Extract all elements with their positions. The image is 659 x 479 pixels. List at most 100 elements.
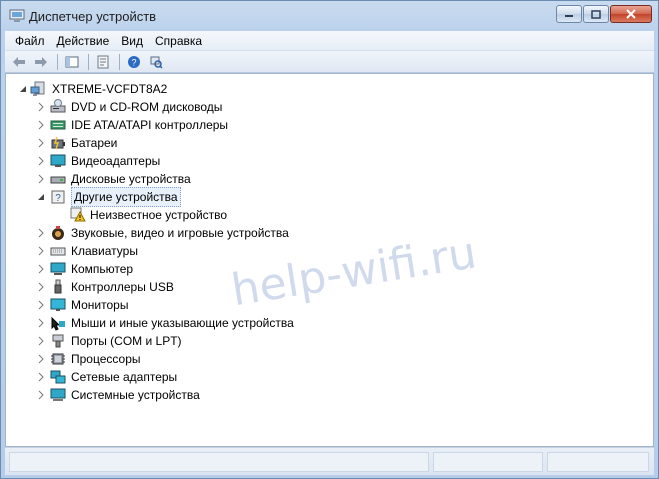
tree-item-label: DVD и CD-ROM дисководы	[71, 100, 223, 114]
expand-arrow-icon	[38, 300, 44, 310]
sound-device-icon	[52, 226, 64, 240]
tree-item-system-devices[interactable]: Системные устройства	[6, 386, 646, 404]
back-arrow-icon	[13, 56, 25, 67]
expand-arrow-icon	[38, 318, 44, 328]
tree-root-label: XTREME-VCFDT8A2	[52, 82, 168, 96]
tree-item-batteries[interactable]: Батареи	[6, 134, 646, 152]
tree-item-label: Неизвестное устройство	[90, 208, 228, 222]
scan-hardware-icon	[150, 56, 163, 69]
tree-item-unknown-device[interactable]: Неизвестное устройство	[6, 206, 646, 224]
keyboard-icon	[50, 247, 66, 256]
tree-item-label: IDE ATA/ATAPI контроллеры	[71, 118, 229, 132]
device-manager-window: Диспетчер устройств Файл Действие Вид Сп…	[0, 0, 659, 479]
mouse-icon	[51, 316, 65, 331]
device-manager-app-icon	[9, 9, 25, 22]
status-segment	[9, 452, 429, 472]
expand-arrow-icon	[38, 228, 44, 238]
title-bar[interactable]: Диспетчер устройств	[1, 1, 658, 31]
expand-arrow-icon	[38, 138, 44, 148]
show-hide-console-tree-button[interactable]	[62, 53, 82, 71]
battery-icon	[51, 136, 65, 150]
properties-icon	[97, 55, 109, 68]
toolbar-separator	[57, 53, 58, 70]
scan-hardware-changes-button[interactable]	[146, 53, 166, 71]
network-adapter-icon	[50, 370, 66, 384]
tree-item-label: Звуковые, видео и игровые устройства	[71, 226, 289, 240]
console-tree-icon	[65, 56, 79, 67]
tree-root[interactable]: XTREME-VCFDT8A2	[6, 80, 646, 98]
menu-help[interactable]: Справка	[149, 34, 208, 48]
tree-item-network-adapters[interactable]: Сетевые адаптеры	[6, 368, 646, 386]
monitor-icon	[50, 298, 66, 311]
expand-arrow-icon	[38, 156, 44, 166]
unknown-device-warning-icon	[70, 207, 86, 222]
close-icon	[626, 9, 636, 19]
device-tree: XTREME-VCFDT8A2 DVD и CD-ROM дисководы I…	[5, 73, 654, 447]
port-icon	[52, 334, 64, 348]
computer-icon	[50, 262, 66, 275]
expand-arrow-icon	[38, 102, 44, 112]
tree-item-processors[interactable]: Процессоры	[6, 350, 646, 368]
tree-item-label: Порты (COM и LPT)	[71, 334, 182, 348]
expand-arrow-icon	[38, 264, 44, 274]
status-segment	[547, 452, 649, 472]
other-devices-icon: ?	[51, 190, 65, 204]
expand-arrow-icon	[38, 354, 44, 364]
tree-item-label: Клавиатуры	[71, 244, 138, 258]
tree-item-ide-controllers[interactable]: IDE ATA/ATAPI контроллеры	[6, 116, 646, 134]
tree-item-label: Компьютер	[71, 262, 134, 276]
tree-item-label: Системные устройства	[71, 388, 200, 402]
svg-text:?: ?	[55, 193, 61, 204]
forward-button[interactable]	[31, 53, 51, 71]
tree-item-display-adapters[interactable]: Видеоадаптеры	[6, 152, 646, 170]
toolbar-separator	[88, 53, 89, 70]
forward-arrow-icon	[35, 56, 47, 67]
tree-item-label: Контроллеры USB	[71, 280, 174, 294]
expand-arrow-icon	[38, 390, 44, 400]
close-button[interactable]	[610, 5, 652, 23]
tree-item-disk-drives[interactable]: Дисковые устройства	[6, 170, 646, 188]
ide-controller-icon	[50, 120, 66, 130]
tree-item-dvd-cd-rom[interactable]: DVD и CD-ROM дисководы	[6, 98, 646, 116]
maximize-button[interactable]	[583, 5, 609, 23]
minimize-icon	[565, 15, 573, 17]
tree-item-sound-video-game[interactable]: Звуковые, видео и игровые устройства	[6, 224, 646, 242]
display-adapter-icon	[50, 154, 66, 167]
dvd-drive-icon	[50, 99, 66, 113]
maximize-icon	[591, 9, 601, 19]
tree-item-label: Дисковые устройства	[71, 172, 191, 186]
tree-item-label: Видеоадаптеры	[71, 154, 161, 168]
tree-item-ports[interactable]: Порты (COM и LPT)	[6, 332, 646, 350]
collapse-arrow-icon	[20, 86, 26, 92]
help-icon: ?	[128, 55, 140, 68]
tree-item-label: Мониторы	[71, 298, 129, 312]
tree-item-label: Другие устройства	[71, 187, 181, 207]
tree-item-mice[interactable]: Мыши и иные указывающие устройства	[6, 314, 646, 332]
menu-file[interactable]: Файл	[9, 34, 51, 48]
expand-arrow-icon	[38, 246, 44, 256]
menu-action[interactable]: Действие	[51, 34, 116, 48]
expand-arrow-icon	[38, 336, 44, 346]
expand-arrow-icon	[38, 174, 44, 184]
expand-arrow-icon	[38, 372, 44, 382]
disk-drive-icon	[50, 176, 66, 184]
tree-item-label: Мыши и иные указывающие устройства	[71, 316, 294, 330]
properties-button[interactable]	[93, 53, 113, 71]
computer-root-icon	[30, 81, 45, 96]
toolbar: ?	[5, 51, 654, 73]
tree-item-label: Сетевые адаптеры	[71, 370, 178, 384]
svg-text:?: ?	[131, 57, 136, 67]
minimize-button[interactable]	[556, 5, 582, 23]
window-title: Диспетчер устройств	[29, 9, 157, 24]
expand-arrow-icon	[38, 282, 44, 292]
tree-item-label: Процессоры	[71, 352, 141, 366]
tree-item-other-devices[interactable]: ? Другие устройства	[6, 187, 646, 207]
system-devices-icon	[50, 388, 66, 401]
menu-view[interactable]: Вид	[115, 34, 149, 48]
tree-item-label: Батареи	[71, 136, 118, 150]
back-button[interactable]	[9, 53, 29, 71]
menu-bar: Файл Действие Вид Справка	[5, 31, 654, 51]
status-bar	[5, 447, 654, 475]
help-button[interactable]: ?	[124, 53, 144, 71]
window-controls	[555, 5, 652, 23]
